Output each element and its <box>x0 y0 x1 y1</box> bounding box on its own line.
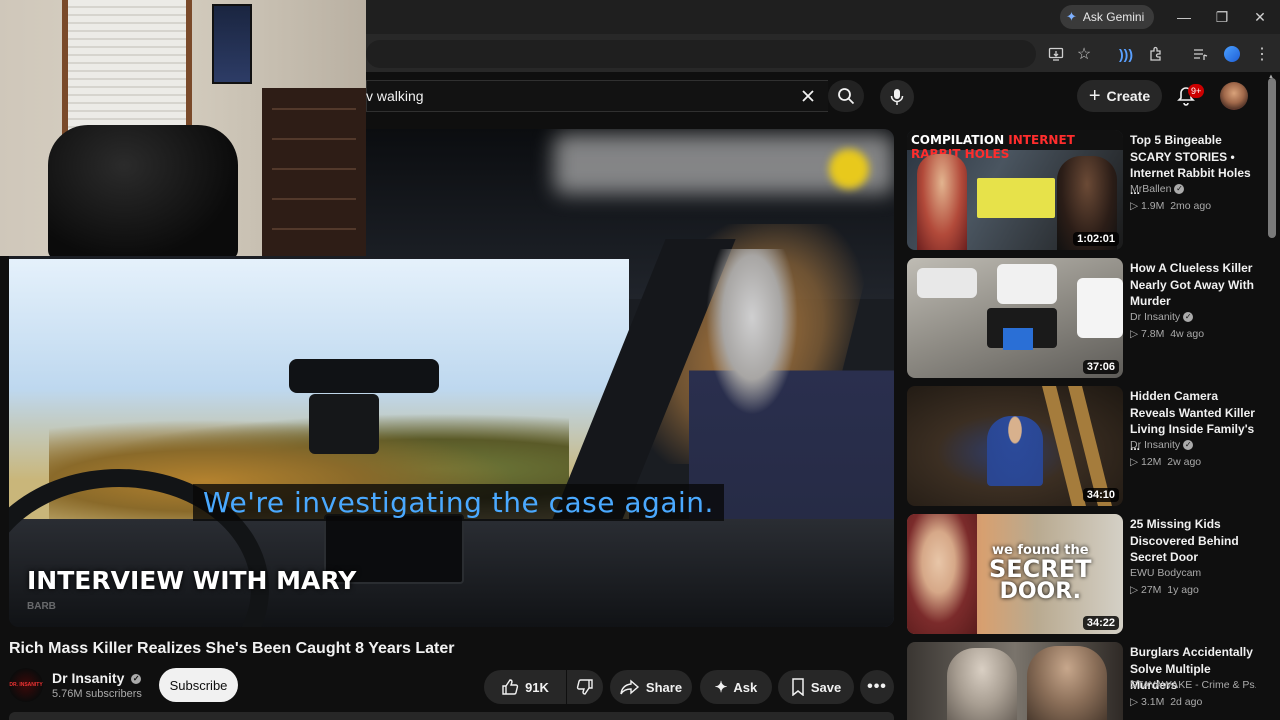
verified-icon: ✓ <box>1183 312 1194 323</box>
recommendation-channel[interactable]: Dr Insanity ✓ <box>1130 439 1256 451</box>
ask-button[interactable]: ✦ Ask <box>700 670 772 704</box>
video-lower-third: INTERVIEW WITH MARY <box>27 566 357 595</box>
plus-icon: + <box>1088 85 1101 107</box>
bookmark-star-icon[interactable]: ☆ <box>1072 42 1096 66</box>
recommendation-item[interactable]: COMPILATION INTERNET RABBIT HOLES 1:02:0… <box>907 130 1257 254</box>
recommendation-title: How A Clueless Killer Nearly Got Away Wit… <box>1130 261 1254 308</box>
video-frame-mirror <box>289 359 439 393</box>
recommendation-channel[interactable]: Dr Insanity ✓ <box>1130 311 1256 323</box>
extensions-icon[interactable] <box>1144 42 1168 66</box>
create-button[interactable]: + Create <box>1077 80 1162 112</box>
recommendation-meta: ▷ 27M 1y ago <box>1130 584 1199 596</box>
video-duration: 37:06 <box>1082 360 1119 374</box>
search-button[interactable] <box>828 80 864 112</box>
recommendation-thumbnail[interactable] <box>907 642 1123 720</box>
voice-extension-icon[interactable]: ))) <box>1114 42 1138 66</box>
minimize-icon[interactable]: — <box>1172 6 1196 28</box>
recommendation-thumbnail[interactable]: 34:10 <box>907 386 1123 506</box>
recommendation-meta: ▷ 3.1M 2d ago <box>1130 696 1203 708</box>
address-bar[interactable] <box>366 40 1036 68</box>
search-icon <box>838 88 855 105</box>
search-input[interactable] <box>366 80 828 112</box>
description-panel-edge <box>9 712 894 720</box>
thumbnail-banner: COMPILATION INTERNET RABBIT HOLES <box>907 130 1123 161</box>
video-duration: 1:02:01 <box>1073 232 1119 246</box>
share-label: Share <box>645 679 683 695</box>
video-duration: 34:10 <box>1082 488 1119 502</box>
recommendation-thumbnail[interactable]: COMPILATION INTERNET RABBIT HOLES 1:02:0… <box>907 130 1123 250</box>
thumbs-down-icon <box>576 679 593 695</box>
recommendation-item[interactable]: 34:10 Hidden Camera Reveals Wanted Killer… <box>907 386 1257 510</box>
recommendation-item[interactable]: Burglars Accidentally Solve Multiple Murd… <box>907 642 1257 720</box>
verified-icon: ✓ <box>131 674 142 685</box>
close-icon[interactable]: ✕ <box>1248 6 1272 28</box>
ask-label: Ask <box>733 679 758 695</box>
voice-search-button[interactable] <box>880 80 914 114</box>
page-scrollbar-thumb[interactable] <box>1268 78 1276 238</box>
like-button[interactable]: 91K <box>484 670 566 704</box>
share-button[interactable]: Share <box>610 670 692 704</box>
recommendation-thumbnail[interactable]: we found the SECRET DOOR. 34:22 <box>907 514 1123 634</box>
recommendation-channel[interactable]: EWU Bodycam <box>1130 567 1256 579</box>
verified-icon: ✓ <box>1174 184 1185 195</box>
webcam-wall-poster <box>212 4 252 84</box>
video-frame-blur-dot <box>829 149 869 189</box>
recommendation-meta: ▷ 7.8M 4w ago <box>1130 328 1205 340</box>
dislike-button[interactable] <box>567 670 603 704</box>
more-actions-button[interactable]: ••• <box>860 670 894 704</box>
media-controls-icon[interactable] <box>1188 42 1212 66</box>
menu-kebab-icon[interactable]: ⋮ <box>1250 42 1274 66</box>
share-arrow-icon <box>620 679 639 695</box>
recommendation-meta: ▷ 1.9M 2mo ago <box>1130 200 1212 212</box>
search-query-text[interactable]: v walking <box>366 88 424 104</box>
recommendation-title: 25 Missing Kids Discovered Behind Secret D… <box>1130 517 1239 564</box>
account-avatar[interactable] <box>1220 82 1248 110</box>
video-title: Rich Mass Killer Realizes She's Been Cau… <box>9 640 455 657</box>
channel-avatar[interactable]: DR. INSANITY <box>9 668 43 702</box>
sparkle-icon: ✦ <box>714 679 728 696</box>
gemini-sparkle-icon: ✦ <box>1066 9 1077 24</box>
video-caption: We're investigating the case again. <box>193 484 724 521</box>
recommendation-channel[interactable]: STAYAWAKE - Crime & Ps... <box>1130 679 1256 691</box>
recommendation-meta: ▷ 12M 2w ago <box>1130 456 1202 468</box>
verified-icon: ✓ <box>1183 440 1194 451</box>
profile-extension-icon[interactable] <box>1220 42 1244 66</box>
webcam-overlay <box>0 0 366 256</box>
video-lower-third-sub: BARB <box>27 601 56 612</box>
create-label: Create <box>1106 88 1151 104</box>
recommendation-item[interactable]: 37:06 How A Clueless Killer Nearly Got Aw… <box>907 258 1257 382</box>
webcam-dresser <box>262 88 366 256</box>
channel-avatar-text: DR. INSANITY <box>9 682 43 688</box>
ask-gemini-button[interactable]: ✦ Ask Gemini <box>1060 5 1155 29</box>
recommendation-thumbnail[interactable]: 37:06 <box>907 258 1123 378</box>
webcam-chair <box>48 125 238 256</box>
install-app-icon[interactable] <box>1044 42 1068 66</box>
thumbs-up-icon <box>502 679 519 695</box>
more-horizontal-icon: ••• <box>867 678 887 695</box>
recommendation-channel[interactable]: MrBallen ✓ <box>1130 183 1256 195</box>
ask-gemini-label: Ask Gemini <box>1082 10 1145 24</box>
save-label: Save <box>810 679 842 695</box>
bookmark-icon <box>792 678 804 696</box>
clear-search-icon[interactable] <box>796 84 820 108</box>
video-duration: 34:22 <box>1082 616 1119 630</box>
save-button[interactable]: Save <box>778 670 854 704</box>
video-frame-dashcam <box>309 394 379 454</box>
play-count-icon: ▷ <box>1130 200 1139 212</box>
channel-name[interactable]: Dr Insanity ✓ <box>52 670 142 686</box>
webcam-window-blind <box>62 0 192 140</box>
restore-icon[interactable]: ❐ <box>1210 6 1234 28</box>
microphone-icon <box>890 89 904 105</box>
notification-count-badge: 9+ <box>1188 84 1205 98</box>
subscriber-count: 5.76M subscribers <box>52 688 142 700</box>
recommendation-item[interactable]: we found the SECRET DOOR. 34:22 25 Missi… <box>907 514 1257 638</box>
subscribe-button[interactable]: Subscribe <box>159 668 238 702</box>
thumbnail-text: we found the SECRET DOOR. <box>989 543 1092 604</box>
like-count: 91K <box>525 679 549 695</box>
